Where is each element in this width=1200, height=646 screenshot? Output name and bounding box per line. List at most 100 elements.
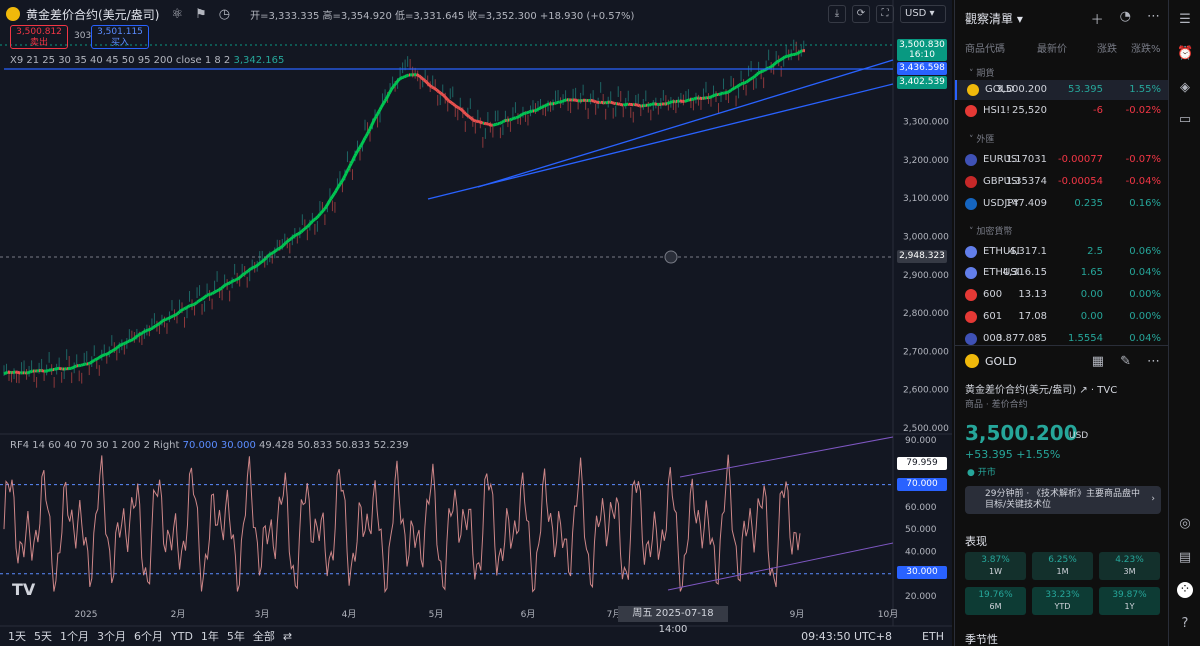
watchlist-row[interactable]: GBPUSD1.35374-0.00054-0.04% <box>955 172 1169 192</box>
performance-tile[interactable]: 3.87% 1W <box>965 552 1026 580</box>
performance-tile[interactable]: 6.25% 1M <box>1032 552 1093 580</box>
download-icon[interactable]: ⤓ <box>828 5 846 23</box>
symbol-logo-icon <box>965 267 977 279</box>
ma-legend[interactable]: X9 21 25 30 35 40 45 50 95 200 close 1 8… <box>10 55 284 66</box>
ma-segment <box>499 121 503 125</box>
watchlist-row[interactable]: USDJPY 147.409 0.235 0.16% <box>955 194 1169 214</box>
detail-more-icon[interactable]: ⋯ <box>1147 354 1160 369</box>
price-chart[interactable]: 3,300.000 3,200.000 3,100.000 3,000.000 2,90… <box>0 0 952 646</box>
replay-icon[interactable]: ◷ <box>219 7 230 22</box>
ma-segment <box>772 62 777 67</box>
ma-segment <box>541 105 544 109</box>
indicator-icon[interactable]: ⚛ <box>171 7 183 22</box>
help-rail-icon[interactable]: ? <box>1177 616 1193 632</box>
layers-rail-icon[interactable]: ◈ <box>1177 80 1193 96</box>
watchlist-row[interactable]: 000 3.877.085 1.5554 0.04% <box>955 329 1169 349</box>
sell-label: 卖出 <box>29 38 48 48</box>
ma-segment <box>337 183 342 188</box>
row-change: 2.5 <box>1087 246 1103 257</box>
performance-tile[interactable]: 4.23% 3M <box>1099 552 1160 580</box>
ma-segment <box>469 116 473 120</box>
section-forex[interactable]: ˅ 外匯 <box>969 132 994 145</box>
ma-segment <box>286 239 290 243</box>
row-change: 0.00 <box>1080 289 1103 300</box>
col-change-pct[interactable]: 涨跌% <box>1131 40 1161 55</box>
watchlist-row[interactable]: ETHUSD4,316.151.650.04% <box>955 263 1169 283</box>
add-symbol-icon[interactable]: ＋ <box>1091 9 1104 28</box>
ma-segment <box>725 90 728 95</box>
section-futures[interactable]: ˅ 期貨 <box>969 66 994 79</box>
compare-icon[interactable]: ⇄ <box>283 630 292 643</box>
timeframe-button[interactable]: 1个月 <box>60 628 89 644</box>
sell-button[interactable]: 3,500.812 卖出 <box>10 25 68 49</box>
ma-segment <box>331 193 335 198</box>
col-change[interactable]: 涨跌 <box>1097 40 1117 55</box>
ma-segment <box>368 125 373 130</box>
symbol-logo-icon <box>965 198 977 210</box>
clock[interactable]: 09:43:50 UTC+8 <box>801 630 892 643</box>
currency-select[interactable]: USD ▾ <box>900 5 946 23</box>
performance-tile[interactable]: 39.87% 1Y <box>1099 587 1160 615</box>
price-tick-label: 3,200.000 <box>903 156 949 166</box>
watchlist-row[interactable]: EURUSD1.17031-0.00077-0.07% <box>955 150 1169 170</box>
detail-sub: 商品 · 差价合约 <box>965 400 1028 410</box>
timeframe-button[interactable]: 5年 <box>227 628 245 644</box>
grid-icon[interactable]: ▦ <box>1092 354 1104 369</box>
watchlist-row[interactable]: HSI1! 25,520 -6 -0.02% <box>955 101 1169 121</box>
performance-title: 表现 <box>965 535 987 548</box>
ma-segment <box>318 211 323 216</box>
detail-name-text: 黄金差价合约(美元/盎司) <box>965 385 1077 396</box>
row-change-pct: 0.04% <box>1129 267 1161 278</box>
ma-segment <box>442 94 447 99</box>
alerts-rail-icon[interactable]: ⏰ <box>1177 46 1193 62</box>
chat-rail-icon[interactable]: ▭ <box>1177 112 1193 128</box>
watchlist-title[interactable]: 觀察清單 ▾ <box>965 10 1023 27</box>
timeframe-button[interactable]: YTD <box>171 630 193 643</box>
timeframe-button[interactable]: 3个月 <box>97 628 126 644</box>
alert-icon[interactable]: ⚑ <box>195 7 207 22</box>
ma-segment <box>272 250 276 254</box>
watchlist-row[interactable]: 601 17.08 0.00 0.00% <box>955 307 1169 327</box>
performance-tile[interactable]: 19.76% 6M <box>965 587 1026 615</box>
price-tick-label: 3,100.000 <box>903 194 949 204</box>
timeframe-button[interactable]: 全部 <box>253 628 275 644</box>
ma-segment <box>539 105 543 110</box>
snapshot-icon[interactable]: ⟳ <box>852 5 870 23</box>
osc-legend[interactable]: RF4 14 60 40 70 30 1 200 2 Right 70.000 … <box>10 440 409 451</box>
watchlist-row[interactable]: GOLD 3,500.200 53.395 1.55% <box>955 80 1169 100</box>
timeframe-button[interactable]: 1天 <box>8 628 26 644</box>
detail-name[interactable]: 黄金差价合约(美元/盎司) ↗ · TVC <box>965 381 1117 396</box>
session-label[interactable]: ETH <box>922 630 944 643</box>
ma-segment <box>382 100 387 104</box>
watchlist-rail-icon[interactable]: ☰ <box>1177 12 1193 28</box>
ma-segment <box>287 238 291 242</box>
watchlist-row[interactable]: 600 13.13 0.00 0.00% <box>955 285 1169 305</box>
ma-segment <box>359 142 364 146</box>
fullscreen-icon[interactable]: ⛶ <box>876 5 894 23</box>
buy-button[interactable]: 3,501.115 买入 <box>91 25 149 49</box>
more-icon[interactable]: ⋯ <box>1147 9 1160 28</box>
dots-rail-icon[interactable]: ⁘ <box>1177 582 1193 598</box>
target-rail-icon[interactable]: ◎ <box>1177 516 1193 532</box>
seasonal-title[interactable]: 季节性 <box>965 631 998 646</box>
ma-segment <box>81 363 84 367</box>
ma-segment <box>212 290 216 295</box>
performance-tile[interactable]: 33.23% YTD <box>1032 587 1093 615</box>
chart-pane[interactable]: 3,300.000 3,200.000 3,100.000 3,000.000 2,90… <box>0 0 952 646</box>
timeframe-button[interactable]: 1年 <box>201 628 219 644</box>
ma-segment <box>313 217 318 221</box>
chart-pie-icon[interactable]: ◔ <box>1120 9 1131 28</box>
col-symbol[interactable]: 商品代碼 <box>965 40 1005 55</box>
timeframe-button[interactable]: 5天 <box>34 628 52 644</box>
detail-symbol[interactable]: GOLD <box>985 355 1017 368</box>
symbol-title[interactable]: 黄金差价合约(美元/盎司) <box>26 6 159 23</box>
watchlist-row[interactable]: ETHUSD4,317.12.50.06% <box>955 242 1169 262</box>
edit-icon[interactable]: ✎ <box>1120 354 1131 369</box>
col-last[interactable]: 最新价 <box>1037 40 1067 55</box>
timeframe-button[interactable]: 6个月 <box>134 628 163 644</box>
calendar-rail-icon[interactable]: ▤ <box>1177 550 1193 566</box>
news-item[interactable]: 29分钟前 · 《技术解析》主要商品盘中目标/关键技术位 › <box>965 486 1161 514</box>
symbol-logo-icon <box>965 289 977 301</box>
ma-segment <box>201 296 205 301</box>
section-crypto[interactable]: ˅ 加密貨幣 <box>969 224 1012 237</box>
